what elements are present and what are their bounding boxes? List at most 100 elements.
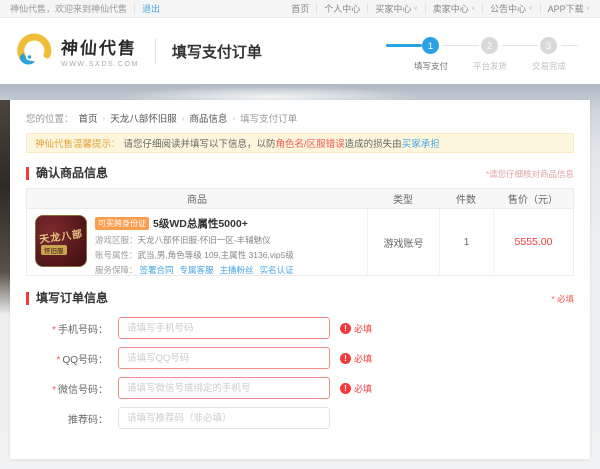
breadcrumb: 您的位置： 首页 › 天龙八部怀旧服 › 商品信息 › 填写支付订单 (10, 100, 590, 126)
required-text: 必填 (354, 323, 373, 334)
product-attr-value: 武当,男,角色等级 109,主属性 3136,vip5级 (137, 250, 294, 260)
col-header-count: 件数 (456, 195, 476, 206)
required-exclaim-icon: ! (340, 322, 351, 334)
qq-label: * QQ号码： (56, 354, 108, 366)
topbar-link-seller-center[interactable]: 卖家中心 ∨ (433, 2, 475, 15)
step-circle-3: 3 (540, 37, 557, 54)
product-attr-row: 账号属性：武当,男,角色等级 109,主属性 3136,vip5级 (95, 249, 300, 261)
brand-block: 神仙代售 WWW.SXDS.COM (60, 34, 139, 68)
form-row-wechat: *微信号码： ! 必填 (26, 377, 574, 399)
step-label-fill-payment: 填写支付 (413, 61, 448, 71)
service-tag-realname[interactable]: 实名认证 (260, 264, 294, 276)
required-exclaim-icon: ! (340, 352, 351, 364)
product-section-header: 确认商品信息 *请您仔细核对商品信息 (26, 167, 574, 180)
required-exclaim-icon: ! (340, 382, 351, 394)
table-header-row: 商品 类型 件数 售价（元） (27, 189, 573, 209)
divider (482, 4, 484, 13)
product-count-cell: 1 (439, 209, 493, 275)
notice-bar: 神仙代售温馨提示： 请您仔细阅读并填写以下信息，以防 角色名/区服错误 造成的损… (26, 133, 574, 153)
product-cell: 天龙八部 怀旧服 可买跨身份证 5级WD总属性5000+ 游戏区服：天龙八部怀旧… (27, 209, 367, 275)
phone-input[interactable] (118, 317, 330, 339)
required-text: 必填 (354, 383, 373, 394)
notice-text: 造成的损失由 (344, 139, 402, 150)
order-section-title: 填写订单信息 (26, 292, 108, 305)
product-image[interactable]: 天龙八部 怀旧服 (35, 215, 87, 267)
product-attr-label: 账号属性： (95, 250, 138, 260)
required-badge: ! 必填 (340, 382, 372, 395)
step-circle-2: 2 (481, 37, 498, 54)
wechat-input[interactable] (118, 377, 330, 399)
product-service-row: 服务保障： 签署合同 专属客服 主播粉丝 实名认证 (95, 264, 300, 276)
logo-swirl-icon (17, 33, 52, 65)
breadcrumb-current: 填写支付订单 (240, 114, 298, 125)
step-circle-1: 1 (422, 37, 439, 54)
product-service-label: 服务保障： (95, 265, 138, 275)
required-text: 必填 (354, 353, 373, 364)
divider (367, 4, 369, 13)
breadcrumb-separator: › (232, 113, 236, 123)
topbar-link-app-download[interactable]: APP下载 ∨ (548, 2, 590, 15)
step-label-deal-complete: 交易完成 (531, 61, 566, 71)
order-form: *手机号码： ! 必填 *QQ号码： ! 必填 *微信号码： ! 必填 推荐码： (26, 317, 574, 429)
breadcrumb-separator: › (102, 113, 106, 123)
product-price-cell: 5555.00 (493, 209, 573, 275)
site-logo[interactable]: 神仙代售 WWW.SXDS.COM (14, 31, 139, 71)
product-type-cell: 游戏账号 (367, 209, 439, 275)
divider (134, 4, 136, 13)
form-row-referral: 推荐码： (26, 407, 574, 429)
topbar-link-notice-center[interactable]: 公告中心 ∨ (490, 2, 532, 15)
product-title[interactable]: 5级WD总属性5000+ (153, 216, 248, 231)
chevron-down-icon: ∨ (413, 6, 418, 12)
order-section-hint: * 必填 (551, 293, 574, 304)
welcome-text: 神仙代售，欢迎来到神仙代售 (10, 4, 128, 14)
service-tag-fans[interactable]: 主播粉丝 (220, 264, 254, 276)
product-section-hint: *请您仔细核对商品信息 (485, 168, 574, 179)
step-line (561, 45, 578, 46)
product-image-badge: 怀旧服 (41, 244, 67, 255)
product-tag: 可买跨身份证 (95, 217, 149, 230)
service-tag-support[interactable]: 专属客服 (180, 264, 214, 276)
notice-link[interactable]: 买家承担 (402, 136, 440, 150)
logout-link[interactable]: 退出 (142, 2, 160, 15)
breadcrumb-home[interactable]: 首页 (79, 111, 98, 125)
form-row-qq: *QQ号码： ! 必填 (26, 347, 574, 369)
step-label-platform-delivery: 平台发货 (472, 61, 507, 71)
service-tag-contract[interactable]: 签署合同 (140, 264, 174, 276)
notice-text: 请您仔细阅读并填写以下信息，以防 (123, 139, 276, 150)
product-region-row: 游戏区服：天龙八部怀旧服-怀旧一区-丰辅魅仪 (95, 234, 300, 246)
chevron-down-icon: ∨ (528, 6, 533, 12)
main-card: 您的位置： 首页 › 天龙八部怀旧服 › 商品信息 › 填写支付订单 神仙代售温… (10, 100, 590, 459)
breadcrumb-game[interactable]: 天龙八部怀旧服 (110, 111, 177, 125)
referral-input[interactable] (118, 407, 330, 429)
breadcrumb-product-info[interactable]: 商品信息 (189, 111, 227, 125)
topbar-link-buyer-center[interactable]: 买家中心 ∨ (375, 2, 417, 15)
step-line (443, 45, 479, 46)
required-badge: ! 必填 (340, 322, 372, 335)
topbar-link-home[interactable]: 首页 (291, 2, 309, 15)
brand-name: 神仙代售 (60, 39, 138, 58)
progress-steps: 1 2 3 填写支付 平台发货 交易完成 (386, 32, 578, 72)
phone-label: * 手机号码： (52, 324, 108, 336)
table-row: 天龙八部 怀旧服 可买跨身份证 5级WD总属性5000+ 游戏区服：天龙八部怀旧… (27, 209, 573, 275)
form-row-phone: *手机号码： ! 必填 (26, 317, 574, 339)
product-info: 可买跨身份证 5级WD总属性5000+ 游戏区服：天龙八部怀旧服-怀旧一区-丰辅… (95, 215, 300, 276)
topbar: 神仙代售，欢迎来到神仙代售 退出 首页 个人中心 买家中心 ∨ 卖家中心 ∨ 公告中… (0, 0, 600, 18)
page-title: 填写支付订单 (171, 43, 262, 61)
topbar-link-personal-center[interactable]: 个人中心 (324, 2, 360, 15)
product-section-title: 确认商品信息 (26, 167, 108, 180)
brand-url: WWW.SXDS.COM (61, 61, 139, 68)
divider (316, 4, 318, 13)
product-table: 商品 类型 件数 售价（元） 天龙八部 怀旧服 可买跨身份证 5级WD总属性50… (26, 188, 574, 276)
chevron-down-icon: ∨ (585, 6, 590, 12)
product-region-label: 游戏区服： (95, 235, 138, 245)
chevron-down-icon: ∨ (470, 6, 476, 12)
referral-label: 推荐码： (68, 414, 108, 426)
product-image-title: 天龙八部 (38, 228, 84, 246)
qq-input[interactable] (118, 347, 330, 369)
notice-highlight: 角色名/区服错误 (275, 139, 345, 150)
breadcrumb-prefix: 您的位置： (26, 114, 74, 125)
notice-prefix: 神仙代售温馨提示： (35, 139, 121, 150)
wechat-label: * 微信号码： (52, 384, 108, 396)
product-region-value: 天龙八部怀旧服-怀旧一区-丰辅魅仪 (137, 235, 271, 245)
required-badge: ! 必填 (340, 352, 372, 365)
